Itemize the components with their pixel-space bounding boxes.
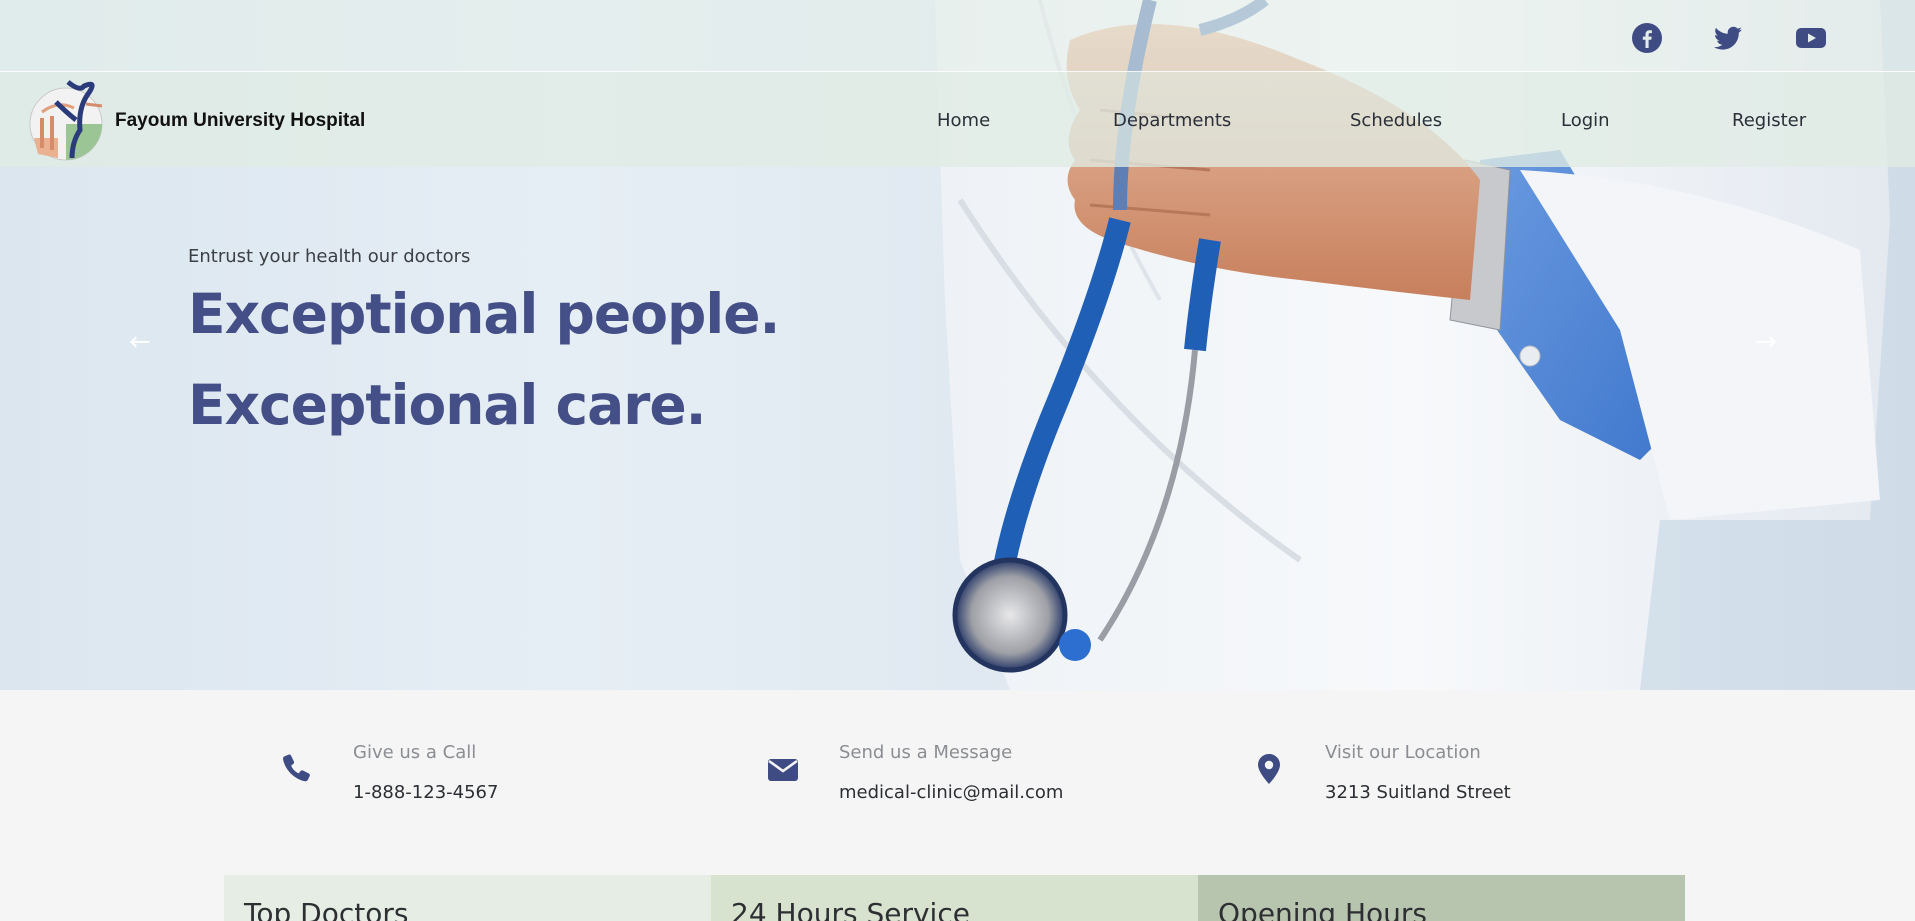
nav-login[interactable]: Login (1561, 110, 1610, 131)
brand-name[interactable]: Fayoum University Hospital (115, 110, 365, 132)
contact-call-phone[interactable]: 1-888-123-4567 (353, 782, 498, 803)
hero-title-line-1: Exceptional people. (188, 282, 780, 346)
page: Fayoum University Hospital Home Departme… (0, 0, 1915, 921)
card-24-hours-service: 24 Hours Service (711, 875, 1198, 921)
social-topbar (0, 0, 1915, 72)
nav-home[interactable]: Home (937, 110, 990, 131)
nav-schedules[interactable]: Schedules (1350, 110, 1442, 131)
contact-call-label: Give us a Call (353, 742, 477, 763)
contact-message-label: Send us a Message (839, 742, 1013, 763)
carousel-next-arrow[interactable]: → (1752, 328, 1780, 356)
contact-location-label: Visit our Location (1325, 742, 1481, 763)
carousel-prev-arrow[interactable]: ← (126, 328, 154, 356)
contact-email[interactable]: medical-clinic@mail.com (839, 782, 1063, 803)
envelope-icon (766, 752, 800, 786)
facebook-icon[interactable] (1631, 22, 1663, 54)
card-top-doctors: Top Doctors (224, 875, 711, 921)
card-title-24-hours: 24 Hours Service (731, 897, 970, 921)
phone-icon (280, 752, 314, 786)
nav-register[interactable]: Register (1732, 110, 1806, 131)
hospital-logo[interactable] (28, 78, 110, 166)
hero-tagline: Entrust your health our doctors (188, 246, 471, 267)
contact-address: 3213 Suitland Street (1325, 782, 1511, 803)
hero-section: Fayoum University Hospital Home Departme… (0, 0, 1915, 690)
twitter-icon[interactable] (1712, 22, 1744, 54)
card-opening-hours: Opening Hours (1198, 875, 1685, 921)
youtube-icon[interactable] (1795, 22, 1827, 54)
card-title-top-doctors: Top Doctors (244, 897, 409, 921)
map-pin-icon (1252, 752, 1286, 786)
nav-departments[interactable]: Departments (1113, 110, 1231, 131)
main-navbar: Fayoum University Hospital Home Departme… (0, 72, 1915, 167)
card-title-opening-hours: Opening Hours (1218, 897, 1428, 921)
hero-title-line-2: Exceptional care. (188, 373, 707, 437)
